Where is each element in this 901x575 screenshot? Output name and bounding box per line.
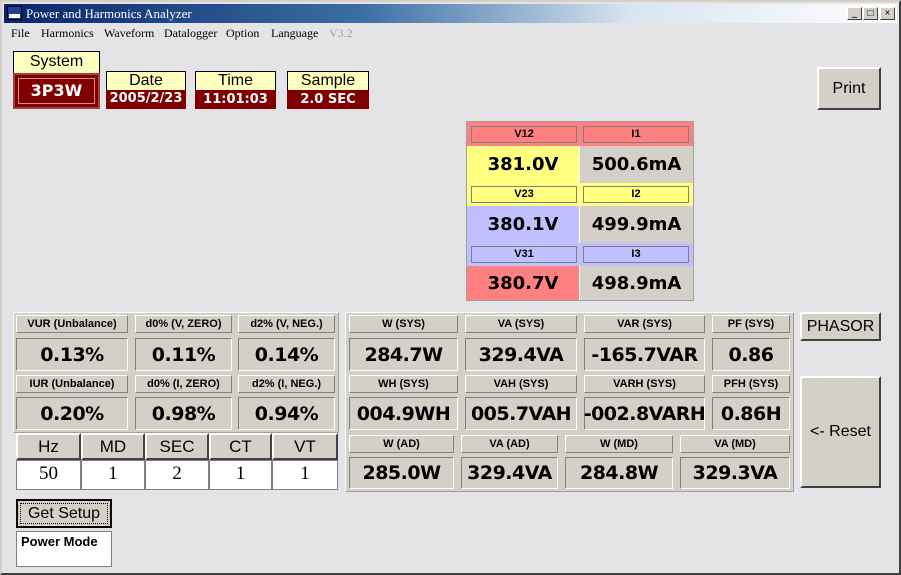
reset-button[interactable]: <- Reset <box>800 376 881 488</box>
vt-header: VT <box>272 433 338 460</box>
i1-value: 500.6mA <box>579 146 693 183</box>
var-sys-label: VAR (SYS) <box>584 315 705 333</box>
d0-v-value: 0.11% <box>135 338 232 371</box>
pf-sys-value: 0.86 <box>712 338 790 371</box>
title-bar: Power and Harmonics Analyzer _ □ × <box>4 4 897 23</box>
pfh-sys-value: 0.86H <box>712 397 790 430</box>
d0-i-label: d0% (I, ZERO) <box>135 375 232 393</box>
wh-sys-label: WH (SYS) <box>349 375 458 393</box>
ct-header: CT <box>209 433 272 460</box>
ct-field[interactable]: 1 <box>209 460 272 490</box>
phase-table: V12 I1 381.0V 500.6mA V23 I2 380.1V 499.… <box>466 121 694 301</box>
varh-sys-label: VARH (SYS) <box>584 375 705 393</box>
vah-sys-label: VAH (SYS) <box>465 375 577 393</box>
va-ad-value: 329.4VA <box>461 457 558 489</box>
vur-label: VUR (Unbalance) <box>16 315 128 333</box>
i2-label: I2 <box>583 186 689 203</box>
time-label: Time <box>195 71 276 91</box>
varh-sys-value: -002.8VARH <box>584 397 706 430</box>
md-header: MD <box>81 433 145 460</box>
md-field[interactable]: 1 <box>81 460 145 490</box>
system-label: System <box>13 51 100 73</box>
w-md-value: 284.8W <box>565 457 673 489</box>
va-sys-value: 329.4VA <box>465 338 577 371</box>
date-label: Date <box>106 71 186 91</box>
i3-value: 498.9mA <box>579 266 693 300</box>
d0-v-label: d0% (V, ZERO) <box>135 315 232 333</box>
w-sys-label: W (SYS) <box>349 315 458 333</box>
hz-header: Hz <box>16 433 81 460</box>
vur-value: 0.13% <box>16 338 128 371</box>
system-value[interactable]: 3P3W <box>13 73 100 109</box>
vt-field[interactable]: 1 <box>272 460 338 490</box>
iur-value: 0.20% <box>16 397 128 430</box>
va-md-label: VA (MD) <box>680 435 790 453</box>
window-title: Power and Harmonics Analyzer <box>26 6 192 21</box>
print-button[interactable]: Print <box>817 67 881 110</box>
pfh-sys-label: PFH (SYS) <box>712 375 790 393</box>
w-ad-label: W (AD) <box>349 435 454 453</box>
date-value: 2005/2/23 <box>106 90 186 109</box>
i3-label: I3 <box>583 246 689 263</box>
vah-sys-value: 005.7VAH <box>465 397 577 430</box>
v31-label: V31 <box>471 246 577 263</box>
menu-version: V3.2 <box>329 26 353 40</box>
menu-harmonics[interactable]: Harmonics <box>41 24 94 43</box>
wh-sys-value: 004.9WH <box>349 397 458 430</box>
menu-datalogger[interactable]: Datalogger <box>164 24 217 43</box>
va-ad-label: VA (AD) <box>461 435 558 453</box>
app-icon <box>7 6 22 20</box>
minimize-button[interactable]: _ <box>847 7 862 20</box>
v23-label: V23 <box>471 186 577 203</box>
d2-v-label: d2% (V, NEG.) <box>238 315 335 333</box>
w-ad-value: 285.0W <box>349 457 454 489</box>
var-sys-value: -165.7VAR <box>584 338 705 371</box>
sample-value: 2.0 SEC <box>287 90 369 109</box>
w-md-label: W (MD) <box>565 435 673 453</box>
sample-label: Sample <box>287 71 369 91</box>
i1-label: I1 <box>583 126 689 143</box>
menu-file[interactable]: File <box>11 24 30 43</box>
menu-language[interactable]: Language <box>271 24 318 43</box>
v12-value: 381.0V <box>467 146 579 183</box>
va-sys-label: VA (SYS) <box>465 315 577 333</box>
d2-i-label: d2% (I, NEG.) <box>238 375 335 393</box>
phasor-button[interactable]: PHASOR <box>800 312 881 341</box>
i2-value: 499.9mA <box>579 206 693 243</box>
hz-field[interactable]: 50 <box>16 460 81 490</box>
va-md-value: 329.3VA <box>680 457 790 489</box>
mode-display: Power Mode <box>16 531 112 567</box>
menu-waveform[interactable]: Waveform <box>104 24 154 43</box>
d2-i-value: 0.94% <box>238 397 335 430</box>
time-value: 11:01:03 <box>195 90 276 109</box>
iur-label: IUR (Unbalance) <box>16 375 128 393</box>
close-button[interactable]: × <box>880 7 895 20</box>
d2-v-value: 0.14% <box>238 338 335 371</box>
pf-sys-label: PF (SYS) <box>712 315 790 333</box>
sec-header: SEC <box>145 433 209 460</box>
sec-field[interactable]: 2 <box>145 460 209 490</box>
get-setup-button[interactable]: Get Setup <box>16 499 112 528</box>
menu-bar: File Harmonics Waveform Datalogger Optio… <box>4 24 897 43</box>
v31-value: 380.7V <box>467 266 579 300</box>
v12-label: V12 <box>471 126 577 143</box>
maximize-button[interactable]: □ <box>863 7 878 20</box>
menu-option[interactable]: Option <box>226 24 259 43</box>
d0-i-value: 0.98% <box>135 397 232 430</box>
w-sys-value: 284.7W <box>349 338 458 371</box>
v23-value: 380.1V <box>467 206 579 243</box>
